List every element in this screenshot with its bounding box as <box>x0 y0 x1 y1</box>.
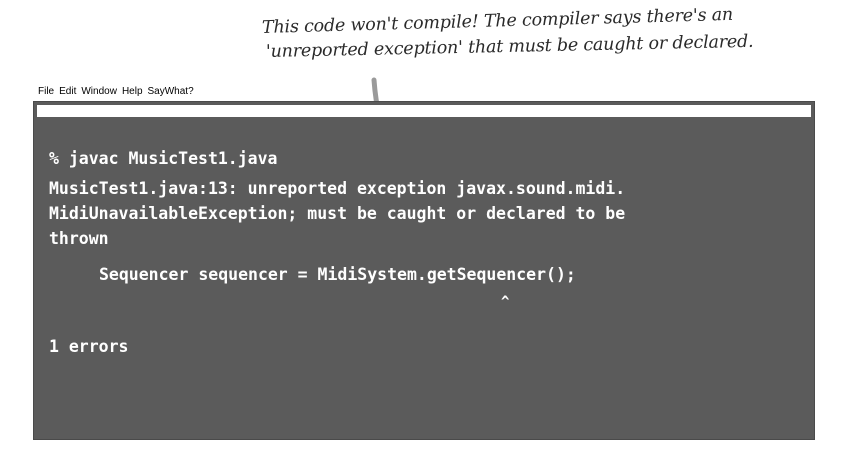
error-caret: ^ <box>501 294 510 310</box>
error-line: MidiUnavailableException; must be caught… <box>49 204 626 223</box>
terminal-window[interactable]: % javac MusicTest1.java MusicTest1.java:… <box>33 101 815 440</box>
menu-edit[interactable]: Edit <box>59 86 76 97</box>
error-line: MusicTest1.java:13: unreported exception… <box>49 179 626 198</box>
code-line: Sequencer sequencer = MidiSystem.getSequ… <box>99 265 576 284</box>
error-count: 1 errors <box>49 337 129 356</box>
menu-bar: File Edit Window Help SayWhat? <box>38 86 194 97</box>
clipped-heading <box>330 0 570 4</box>
window-title-bar[interactable] <box>37 105 811 117</box>
handwritten-annotation: This code won't compile! The compiler sa… <box>262 5 762 64</box>
menu-help[interactable]: Help <box>122 86 143 97</box>
menu-saywhat[interactable]: SayWhat? <box>148 86 194 97</box>
terminal-command: % javac MusicTest1.java <box>49 149 278 168</box>
error-line: thrown <box>49 229 109 248</box>
menu-window[interactable]: Window <box>81 86 117 97</box>
menu-file[interactable]: File <box>38 86 54 97</box>
terminal-output: % javac MusicTest1.java MusicTest1.java:… <box>49 146 804 359</box>
